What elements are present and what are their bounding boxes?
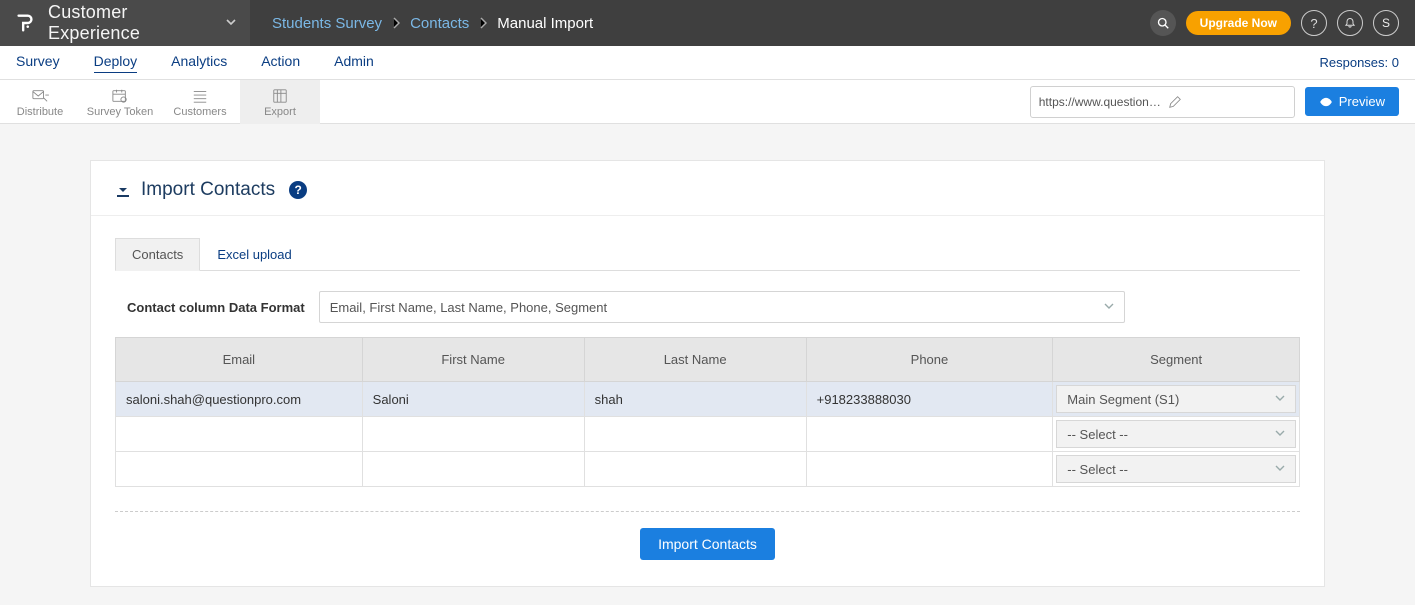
contacts-table: Email First Name Last Name Phone Segment…: [115, 337, 1300, 487]
cell-first[interactable]: [362, 452, 584, 487]
col-phone: Phone: [806, 338, 1053, 382]
tool-customers[interactable]: Customers: [160, 80, 240, 124]
tool-label: Export: [264, 106, 296, 118]
main-nav: Survey Deploy Analytics Action Admin Res…: [0, 46, 1415, 80]
tab-contacts[interactable]: Contacts: [115, 238, 200, 271]
cell-email[interactable]: [116, 452, 363, 487]
breadcrumb: Students Survey Contacts Manual Import: [250, 0, 615, 46]
cell-email[interactable]: [116, 417, 363, 452]
table-row: saloni.shah@questionpro.com Saloni shah …: [116, 382, 1300, 417]
customers-icon: [191, 88, 209, 104]
cell-phone[interactable]: [806, 452, 1053, 487]
col-email: Email: [116, 338, 363, 382]
download-icon: [115, 182, 131, 198]
import-contacts-button[interactable]: Import Contacts: [640, 528, 775, 560]
help-badge[interactable]: ?: [289, 181, 307, 199]
tool-label: Distribute: [17, 106, 63, 118]
responses-count[interactable]: Responses: 0: [1320, 55, 1400, 70]
format-select[interactable]: Email, First Name, Last Name, Phone, Seg…: [319, 291, 1125, 323]
col-lastname: Last Name: [584, 338, 806, 382]
topbar-right: Upgrade Now ? S: [1150, 0, 1415, 46]
tab-analytics[interactable]: Analytics: [171, 53, 227, 72]
cell-phone[interactable]: [806, 417, 1053, 452]
pencil-icon: [1162, 95, 1286, 109]
tab-admin[interactable]: Admin: [334, 53, 374, 72]
breadcrumb-item-1[interactable]: Contacts: [410, 15, 469, 32]
search-button[interactable]: [1150, 10, 1176, 36]
caret-down-icon: [226, 19, 236, 27]
cell-email[interactable]: saloni.shah@questionpro.com: [116, 382, 363, 417]
product-switcher[interactable]: Customer Experience: [0, 0, 250, 46]
tool-label: Survey Token: [87, 106, 153, 118]
divider: [115, 511, 1300, 512]
segment-select[interactable]: -- Select --: [1056, 455, 1296, 483]
table-row: -- Select --: [116, 452, 1300, 487]
question-icon: ?: [294, 183, 301, 197]
cell-last[interactable]: [584, 452, 806, 487]
chevron-down-icon: [1275, 465, 1285, 473]
segment-select[interactable]: -- Select --: [1056, 420, 1296, 448]
tool-label: Customers: [173, 106, 226, 118]
eye-icon: [1319, 97, 1333, 107]
chevron-down-icon: [1275, 430, 1285, 438]
cell-phone[interactable]: +918233888030: [806, 382, 1053, 417]
product-name: Customer Experience: [48, 2, 214, 44]
chevron-right-icon: [392, 17, 400, 29]
tool-distribute[interactable]: Distribute: [0, 80, 80, 124]
tab-deploy[interactable]: Deploy: [94, 53, 138, 73]
cell-last[interactable]: [584, 417, 806, 452]
user-menu[interactable]: S: [1373, 10, 1399, 36]
bell-icon: [1344, 17, 1356, 29]
cell-first[interactable]: Saloni: [362, 382, 584, 417]
preview-button[interactable]: Preview: [1305, 87, 1399, 116]
calendar-icon: [111, 88, 129, 104]
cell-first[interactable]: [362, 417, 584, 452]
format-label: Contact column Data Format: [127, 300, 305, 315]
tab-excel-upload[interactable]: Excel upload: [200, 238, 308, 271]
segment-value: -- Select --: [1067, 427, 1128, 442]
breadcrumb-current: Manual Import: [497, 15, 593, 32]
user-initial: S: [1382, 16, 1390, 30]
cell-last[interactable]: shah: [584, 382, 806, 417]
notifications-button[interactable]: [1337, 10, 1363, 36]
col-firstname: First Name: [362, 338, 584, 382]
tab-action[interactable]: Action: [261, 53, 300, 72]
search-icon: [1157, 17, 1169, 29]
import-contacts-card: Import Contacts ? Contacts Excel upload …: [90, 160, 1325, 587]
chevron-down-icon: [1275, 395, 1285, 403]
share-url-text: https://www.questionpro.com/a/cxLogin.do: [1039, 95, 1163, 109]
table-row: -- Select --: [116, 417, 1300, 452]
toolbar: Distribute Survey Token Customers Export…: [0, 80, 1415, 124]
col-segment: Segment: [1053, 338, 1300, 382]
chevron-right-icon: [479, 17, 487, 29]
segment-value: -- Select --: [1067, 462, 1128, 477]
page-title: Import Contacts: [141, 179, 275, 201]
preview-label: Preview: [1339, 94, 1385, 109]
export-icon: [271, 88, 289, 104]
segment-select[interactable]: Main Segment (S1): [1056, 385, 1296, 413]
brand-logo-icon: [14, 12, 36, 34]
tab-survey[interactable]: Survey: [16, 53, 60, 72]
format-select-value: Email, First Name, Last Name, Phone, Seg…: [330, 300, 607, 315]
tool-survey-token[interactable]: Survey Token: [80, 80, 160, 124]
cell-segment: Main Segment (S1): [1053, 382, 1300, 417]
help-button[interactable]: ?: [1301, 10, 1327, 36]
chevron-down-icon: [1104, 303, 1114, 311]
breadcrumb-item-0[interactable]: Students Survey: [272, 15, 382, 32]
top-bar: Customer Experience Students Survey Cont…: [0, 0, 1415, 46]
import-tabs: Contacts Excel upload: [115, 238, 1300, 271]
tool-export[interactable]: Export: [240, 80, 320, 124]
question-icon: ?: [1310, 16, 1317, 31]
segment-value: Main Segment (S1): [1067, 392, 1179, 407]
share-url[interactable]: https://www.questionpro.com/a/cxLogin.do: [1030, 86, 1295, 118]
distribute-icon: [31, 88, 49, 104]
upgrade-button[interactable]: Upgrade Now: [1186, 11, 1291, 35]
